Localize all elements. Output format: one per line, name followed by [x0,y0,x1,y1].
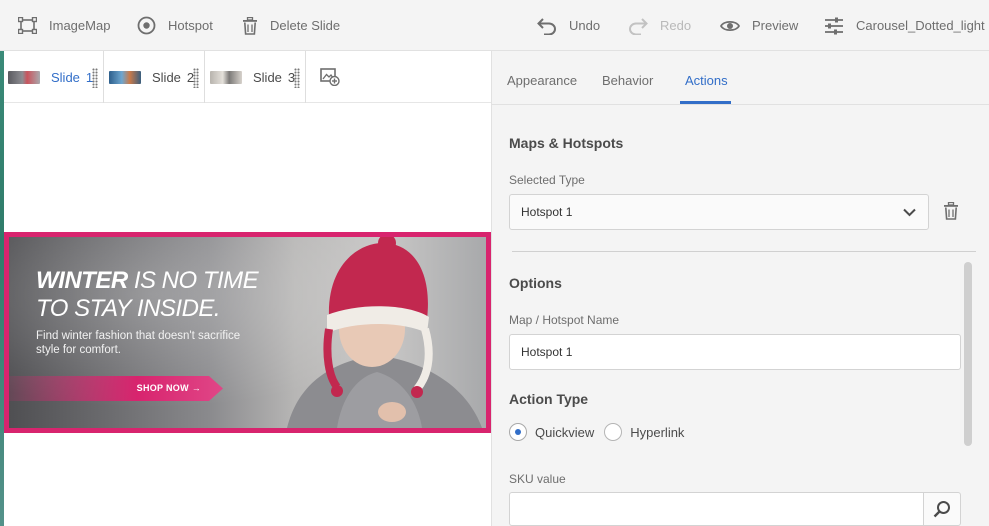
slide-label: Slide [51,69,80,85]
tab-actions[interactable]: Actions [685,73,728,88]
quickview-radio[interactable] [509,423,527,441]
sku-value-input[interactable] [509,492,923,526]
slide-separator [204,51,205,103]
panel-scrollbar[interactable] [964,262,972,446]
panel-tabs: Appearance Behavior Actions [492,51,989,105]
hotspot-label: Hotspot [168,18,213,33]
search-icon [933,501,950,518]
undo-icon [537,17,556,35]
hyperlink-label: Hyperlink [630,424,685,440]
maps-hotspots-heading: Maps & Hotspots [509,135,624,151]
redo-icon [629,17,648,35]
preview-label: Preview [752,18,799,33]
tab-behavior[interactable]: Behavior [602,73,653,88]
image-map-editor: ImageMap Hotspot Delete Slide Undo Redo … [0,0,989,526]
selected-type-value: Hotspot 1 [521,205,573,219]
model-illustration [287,237,482,428]
slide-canvas[interactable]: WINTER IS NO TIME TO STAY INSIDE. Find w… [4,104,491,526]
headline-rest: IS NO TIME [127,267,259,294]
sku-search-button[interactable] [923,492,961,526]
slide-image-hotspot[interactable]: WINTER IS NO TIME TO STAY INSIDE. Find w… [4,232,491,433]
trash-icon [944,201,958,220]
hotspot-name-value: Hotspot 1 [521,345,573,359]
action-type-radio-group: Quickview Hyperlink [509,423,694,441]
quickview-label: Quickview [535,424,595,440]
action-type-heading: Action Type [509,391,589,407]
options-heading: Options [509,275,562,291]
redo-button[interactable]: Redo [628,0,691,51]
slide-thumbnail [8,70,40,84]
slide-tab-3[interactable]: Slide 3 [210,51,295,103]
trash-icon [243,16,257,35]
undo-button[interactable]: Undo [537,0,600,51]
imagemap-label: ImageMap [49,18,111,33]
sliders-icon [825,17,843,34]
hotspot-button[interactable]: Hotspot [137,0,213,51]
slide-separator [305,51,306,103]
tab-appearance[interactable]: Appearance [507,73,577,88]
slide-separator [103,51,104,103]
slide-thumbnail [210,70,242,84]
hotspot-name-input[interactable]: Hotspot 1 [509,334,961,370]
preview-button[interactable]: Preview [720,0,798,51]
properties-panel: Appearance Behavior Actions Maps & Hotsp… [491,51,989,526]
preset-settings-button[interactable]: Carousel_Dotted_light [824,0,985,51]
slide-tab-2[interactable]: Slide 2 [109,51,194,103]
banner-headline: WINTER IS NO TIME TO STAY INSIDE. [36,267,259,323]
selected-type-select[interactable]: Hotspot 1 [509,194,929,230]
hyperlink-radio[interactable] [604,423,623,441]
hotspot-icon [137,16,156,35]
slide-label: Slide [253,69,282,85]
preset-label: Carousel_Dotted_light [856,18,985,33]
add-slide-button[interactable] [320,68,340,91]
top-toolbar: ImageMap Hotspot Delete Slide Undo Redo … [0,0,989,51]
drag-handle-icon[interactable] [193,68,199,88]
add-image-icon [320,68,340,87]
imagemap-button[interactable]: ImageMap [18,0,110,51]
hotspot-name-label: Map / Hotspot Name [509,313,620,327]
slide-label: Slide [152,69,181,85]
headline-bold: WINTER [36,267,128,294]
slide-tab-1[interactable]: Slide 1 [8,51,93,103]
delete-hotspot-button[interactable] [943,201,959,225]
delete-slide-label: Delete Slide [270,18,341,33]
delete-slide-button[interactable]: Delete Slide [242,0,340,51]
shop-now-label: SHOP NOW → [136,383,201,393]
headline-line2: TO STAY INSIDE. [36,295,221,322]
chevron-down-icon [903,208,916,217]
imagemap-icon [18,17,37,34]
slide-thumbnail [109,70,141,84]
selected-type-label: Selected Type [509,173,585,187]
redo-label: Redo [660,18,692,33]
section-divider [512,251,976,252]
slides-bar: Slide 1 Slide 2 Slide 3 [4,51,491,103]
banner-subtext: Find winter fashion that doesn't sacrifi… [36,330,241,356]
active-tab-indicator [680,101,731,104]
undo-label: Undo [569,18,601,33]
drag-handle-icon[interactable] [294,68,300,88]
shop-now-button[interactable]: SHOP NOW → [9,376,223,401]
eye-icon [720,20,740,31]
sku-value-label: SKU value [509,472,566,486]
drag-handle-icon[interactable] [92,68,98,88]
